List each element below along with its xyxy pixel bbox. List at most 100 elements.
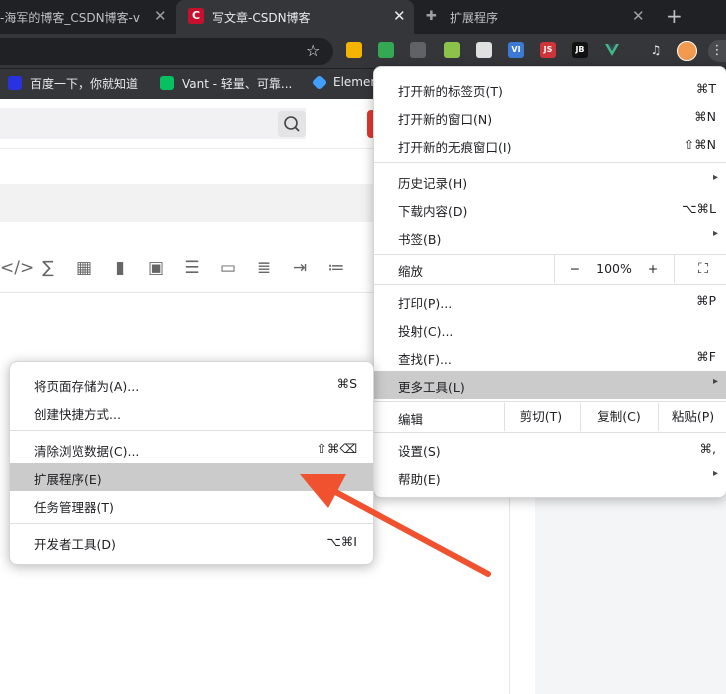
close-tab-icon[interactable]: ✕ xyxy=(632,7,645,25)
zoom-separator xyxy=(674,255,675,283)
menu-item-label: 书签(B) xyxy=(398,232,442,247)
menu-separator xyxy=(374,162,726,163)
pane-divider xyxy=(509,490,510,694)
menu-item-label: 投射(C)... xyxy=(398,324,454,339)
menu-item-shortcut: ⌘P xyxy=(695,293,716,308)
page-search-input[interactable] xyxy=(0,108,306,139)
menu-separator xyxy=(374,401,726,402)
formula-icon[interactable]: ∑ xyxy=(36,258,60,278)
menu-item-label: 任务管理器(T) xyxy=(34,500,114,515)
bookmark-element[interactable]: Elemen xyxy=(311,74,378,91)
menu-item-label: 打开新的标签页(T) xyxy=(398,84,503,99)
bookmark-label: 百度一下，你就知道 xyxy=(30,77,139,91)
submenu-arrow-icon: ▸ xyxy=(712,468,718,479)
menu-item-incognito[interactable]: 打开新的无痕窗口(I) ⇧⌘N xyxy=(374,131,726,159)
zoom-separator xyxy=(554,255,555,283)
tab-blog[interactable]: -海军的博客_CSDN博客-v ✕ xyxy=(0,0,176,34)
tab-write-article[interactable]: C 写文章-CSDN博客 ✕ xyxy=(176,0,414,34)
title-input-area[interactable] xyxy=(0,184,375,222)
zoom-level: 100% xyxy=(596,261,632,276)
new-tab-icon[interactable]: + xyxy=(666,4,683,28)
menu-item-shortcut: ⌘T xyxy=(695,81,716,96)
chrome-menu: 打开新的标签页(T) ⌘T 打开新的窗口(N) ⌘N 打开新的无痕窗口(I) ⇧… xyxy=(373,66,726,498)
profile-avatar[interactable] xyxy=(677,41,697,61)
menu-item-save-page[interactable]: 将页面存储为(A)... ⌘S xyxy=(10,370,373,398)
menu-item-find[interactable]: 查找(F)... ⌘F xyxy=(374,343,726,371)
code-icon[interactable]: </> xyxy=(0,258,34,278)
cut-button[interactable]: 剪切(T) xyxy=(508,403,574,431)
menu-item-dev-tools[interactable]: 开发者工具(D) ⌥⌘I xyxy=(10,528,373,556)
menu-item-label: 打开新的窗口(N) xyxy=(398,112,493,127)
video-icon[interactable]: ▭ xyxy=(216,258,240,278)
close-tab-icon[interactable]: ✕ xyxy=(393,7,406,25)
menu-item-bookmarks[interactable]: 书签(B) ▸ xyxy=(374,223,726,251)
menu-item-label: 创建快捷方式... xyxy=(34,407,121,422)
menu-item-shortcut: ⌥⌘L xyxy=(682,201,716,216)
tab-title: 扩展程序 xyxy=(450,11,499,25)
tab-extensions[interactable]: ✚ 扩展程序 ✕ xyxy=(414,0,662,34)
menu-item-clear-data[interactable]: 清除浏览数据(C)... ⇧⌘⌫ xyxy=(10,435,373,463)
menu-item-label: 设置(S) xyxy=(398,444,441,459)
menu-item-edit: 编辑 剪切(T) 复制(C) 粘贴(P) xyxy=(374,403,726,431)
extension-2-icon[interactable] xyxy=(378,42,394,58)
table-icon[interactable]: ▦ xyxy=(72,258,96,278)
extension-vue-icon[interactable] xyxy=(604,42,620,58)
copy-button[interactable]: 复制(C) xyxy=(584,403,654,431)
menu-item-extensions[interactable]: 扩展程序(E) xyxy=(10,463,373,491)
menu-item-label: 下载内容(D) xyxy=(398,204,468,219)
tab-title: -海军的博客_CSDN博客-v xyxy=(0,11,140,25)
csdn-favicon-icon: C xyxy=(188,8,204,24)
extension-1-icon[interactable] xyxy=(346,42,362,58)
address-bar[interactable] xyxy=(0,38,333,65)
ordered-list-icon[interactable]: ≔ xyxy=(324,258,348,278)
extension-3-icon[interactable] xyxy=(410,42,426,58)
extension-js-icon[interactable]: JS xyxy=(540,42,556,58)
zoom-in-button[interactable]: + xyxy=(642,255,664,283)
menu-item-create-shortcut[interactable]: 创建快捷方式... xyxy=(10,398,373,426)
close-tab-icon[interactable]: ✕ xyxy=(154,7,167,25)
zoom-out-button[interactable]: − xyxy=(564,255,586,283)
menu-item-shortcut: ⇧⌘N xyxy=(683,137,716,152)
menu-item-help[interactable]: 帮助(E) ▸ xyxy=(374,463,726,491)
menu-item-print[interactable]: 打印(P)... ⌘P xyxy=(374,287,726,315)
element-icon xyxy=(311,74,328,91)
bookmark-baidu[interactable]: 百度一下，你就知道 xyxy=(8,75,138,92)
fullscreen-icon[interactable]: ⛶ xyxy=(686,255,720,283)
extension-vi-icon[interactable]: VI xyxy=(508,42,524,58)
puzzle-icon: ✚ xyxy=(426,9,437,24)
menu-item-label: 将页面存储为(A)... xyxy=(34,379,140,394)
menu-item-more-tools[interactable]: 更多工具(L) ▸ xyxy=(374,371,726,399)
chart-icon[interactable]: ▮ xyxy=(108,258,132,278)
menu-item-history[interactable]: 历史记录(H) ▸ xyxy=(374,167,726,195)
divider-line-icon[interactable]: ☰ xyxy=(180,258,204,278)
zoom-label: 缩放 xyxy=(398,264,424,279)
more-tools-submenu: 将页面存储为(A)... ⌘S 创建快捷方式... 清除浏览数据(C)... ⇧… xyxy=(9,361,374,565)
indent-icon[interactable]: ⇥ xyxy=(288,258,312,278)
menu-item-downloads[interactable]: 下载内容(D) ⌥⌘L xyxy=(374,195,726,223)
menu-item-shortcut: ⌘F xyxy=(696,349,716,364)
menu-item-cast[interactable]: 投射(C)... xyxy=(374,315,726,343)
extension-media-icon[interactable]: ♫ xyxy=(648,42,664,58)
submenu-arrow-icon: ▸ xyxy=(712,228,718,239)
image-icon[interactable]: ▣ xyxy=(144,258,168,278)
menu-item-task-manager[interactable]: 任务管理器(T) xyxy=(10,491,373,519)
extension-jb-icon[interactable]: JB xyxy=(572,42,588,58)
star-bookmark-icon[interactable]: ☆ xyxy=(306,41,320,60)
menu-item-shortcut: ⌘S xyxy=(336,376,357,391)
bookmark-label: Elemen xyxy=(333,75,378,89)
menu-separator xyxy=(10,523,373,524)
more-options-icon[interactable]: ⋮ xyxy=(708,40,726,62)
list-icon[interactable]: ≣ xyxy=(252,258,276,278)
menu-item-new-window[interactable]: 打开新的窗口(N) ⌘N xyxy=(374,103,726,131)
paste-button[interactable]: 粘贴(P) xyxy=(662,403,724,431)
extension-5-icon[interactable] xyxy=(476,42,492,58)
menu-separator xyxy=(374,432,726,433)
menu-item-shortcut: ⌥⌘I xyxy=(326,534,357,549)
menu-item-settings[interactable]: 设置(S) ⌘, xyxy=(374,435,726,463)
edit-label: 编辑 xyxy=(398,412,424,427)
menu-item-new-tab[interactable]: 打开新的标签页(T) ⌘T xyxy=(374,75,726,103)
baidu-paw-icon xyxy=(8,76,22,90)
search-button[interactable] xyxy=(278,111,306,137)
bookmark-vant[interactable]: Vant - 轻量、可靠... xyxy=(160,75,292,92)
extension-4-icon[interactable] xyxy=(444,42,460,58)
